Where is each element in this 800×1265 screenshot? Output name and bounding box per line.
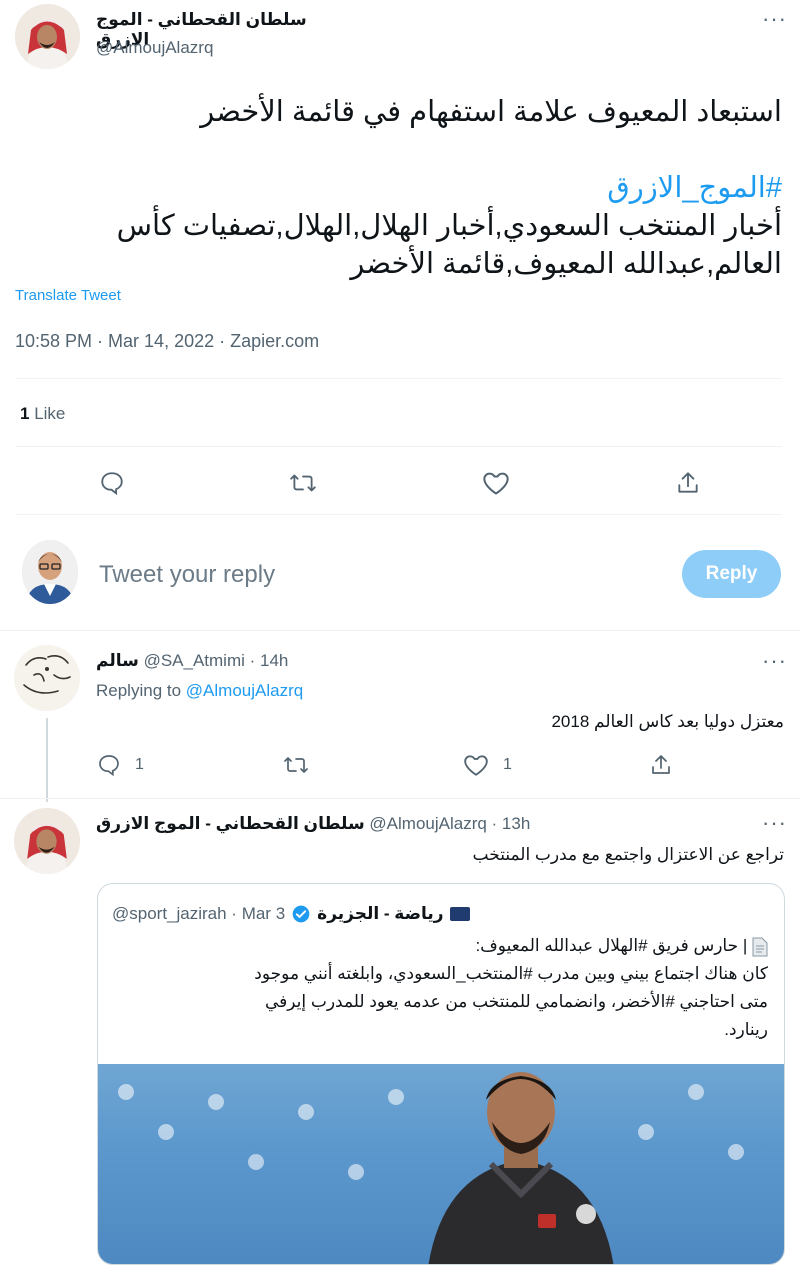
reply2-handle-time[interactable]: @AlmoujAlazrq · 13h: [369, 814, 530, 833]
share-icon[interactable]: [675, 470, 701, 496]
tweet-meta[interactable]: 10:58 PM · Mar 14, 2022 · Zapier.com: [15, 331, 319, 352]
quote-display-name[interactable]: رياضة - الجزيرة: [317, 904, 443, 924]
quote-handle-time[interactable]: @sport_jazirah · Mar 3: [112, 904, 285, 924]
like-icon: [463, 753, 489, 777]
reply1-like-action[interactable]: 1: [463, 753, 512, 777]
likes-label: Like: [34, 404, 66, 423]
divider: [15, 446, 782, 447]
goalkeeper-figure: [428, 1072, 614, 1264]
reply2-display-name[interactable]: سلطان القحطاني - الموج الازرق: [96, 814, 365, 833]
quote-header: @sport_jazirah · Mar 3 رياضة - الجزيرة: [112, 904, 770, 924]
reply1-display-name[interactable]: سالم: [96, 651, 139, 670]
reply1-reply-count: 1: [135, 756, 144, 773]
current-user-avatar[interactable]: [22, 540, 78, 604]
replying-to-prefix: Replying to: [96, 681, 182, 700]
author-avatar[interactable]: [15, 4, 80, 69]
replying-to: Replying to @AlmoujAlazrq: [96, 681, 303, 701]
document-icon: [752, 937, 768, 957]
share-icon[interactable]: [649, 753, 673, 777]
reply1-avatar[interactable]: [14, 645, 80, 711]
likes-count: 1: [20, 404, 30, 423]
quote-line4: رينارد.: [724, 1020, 768, 1039]
retweet-icon[interactable]: [289, 470, 317, 496]
more-options-icon[interactable]: ···: [762, 812, 787, 834]
thread-line: [46, 718, 48, 802]
quote-line3: متى احتاجني #الأخضر، وانضمامي للمنتخب من…: [264, 992, 768, 1011]
reply1-handle-time[interactable]: @SA_Atmimi · 14h: [144, 651, 289, 670]
reply-button[interactable]: Reply: [682, 550, 781, 598]
reply2-header: سلطان القحطاني - الموج الازرق @AlmoujAla…: [96, 814, 530, 834]
more-options-icon[interactable]: ···: [762, 8, 787, 30]
translate-tweet-link[interactable]: Translate Tweet: [15, 287, 121, 304]
quote-line1: | حارس فريق #الهلال عبدالله المعيوف:: [118, 936, 768, 957]
reply2-text: تراجع عن الاعتزال واجتمع مع مدرب المنتخب: [472, 845, 784, 864]
replying-to-handle[interactable]: @AlmoujAlazrq: [186, 681, 303, 700]
like-icon[interactable]: [482, 470, 510, 496]
divider: [15, 514, 782, 515]
more-options-icon[interactable]: ···: [762, 650, 787, 672]
reply1-text: معتزل دوليا بعد كاس العالم 2018: [551, 712, 784, 731]
reply-input[interactable]: Tweet your reply: [99, 561, 275, 589]
likes-stat[interactable]: 1 Like: [20, 404, 65, 424]
divider: [0, 798, 800, 799]
tweet-tags-line2: العالم,عبدالله المعيوف,قائمة الأخضر: [350, 248, 782, 280]
quote-media-image[interactable]: [98, 1064, 784, 1264]
reply-icon[interactable]: [99, 470, 125, 496]
author-handle[interactable]: @AlmoujAlazrq: [96, 38, 213, 58]
quote-author-avatar[interactable]: [449, 907, 470, 921]
reply1-header: سالم @SA_Atmimi · 14h: [96, 651, 288, 671]
hashtag-link[interactable]: #الموج_الازرق: [30, 170, 782, 205]
reply2-avatar[interactable]: [14, 808, 80, 874]
quote-line1-text: | حارس فريق #الهلال عبدالله المعيوف:: [475, 936, 748, 955]
reply1-reply-action[interactable]: 1: [97, 753, 144, 777]
divider: [0, 630, 800, 631]
retweet-icon[interactable]: [283, 753, 309, 777]
tweet-tags-line1: أخبار المنتخب السعودي,أخبار الهلال,الهلا…: [116, 210, 782, 242]
quote-line2: كان هناك اجتماع بيني وبين مدرب #المنتخب_…: [254, 964, 768, 983]
tweet-text: استبعاد المعيوف علامة استفهام في قائمة ا…: [200, 96, 782, 128]
verified-icon: [291, 904, 311, 924]
reply-icon: [97, 753, 121, 777]
divider: [15, 378, 782, 379]
reply1-like-count: 1: [503, 756, 512, 773]
quoted-tweet-card[interactable]: @sport_jazirah · Mar 3 رياضة - الجزيرة |…: [97, 883, 785, 1265]
